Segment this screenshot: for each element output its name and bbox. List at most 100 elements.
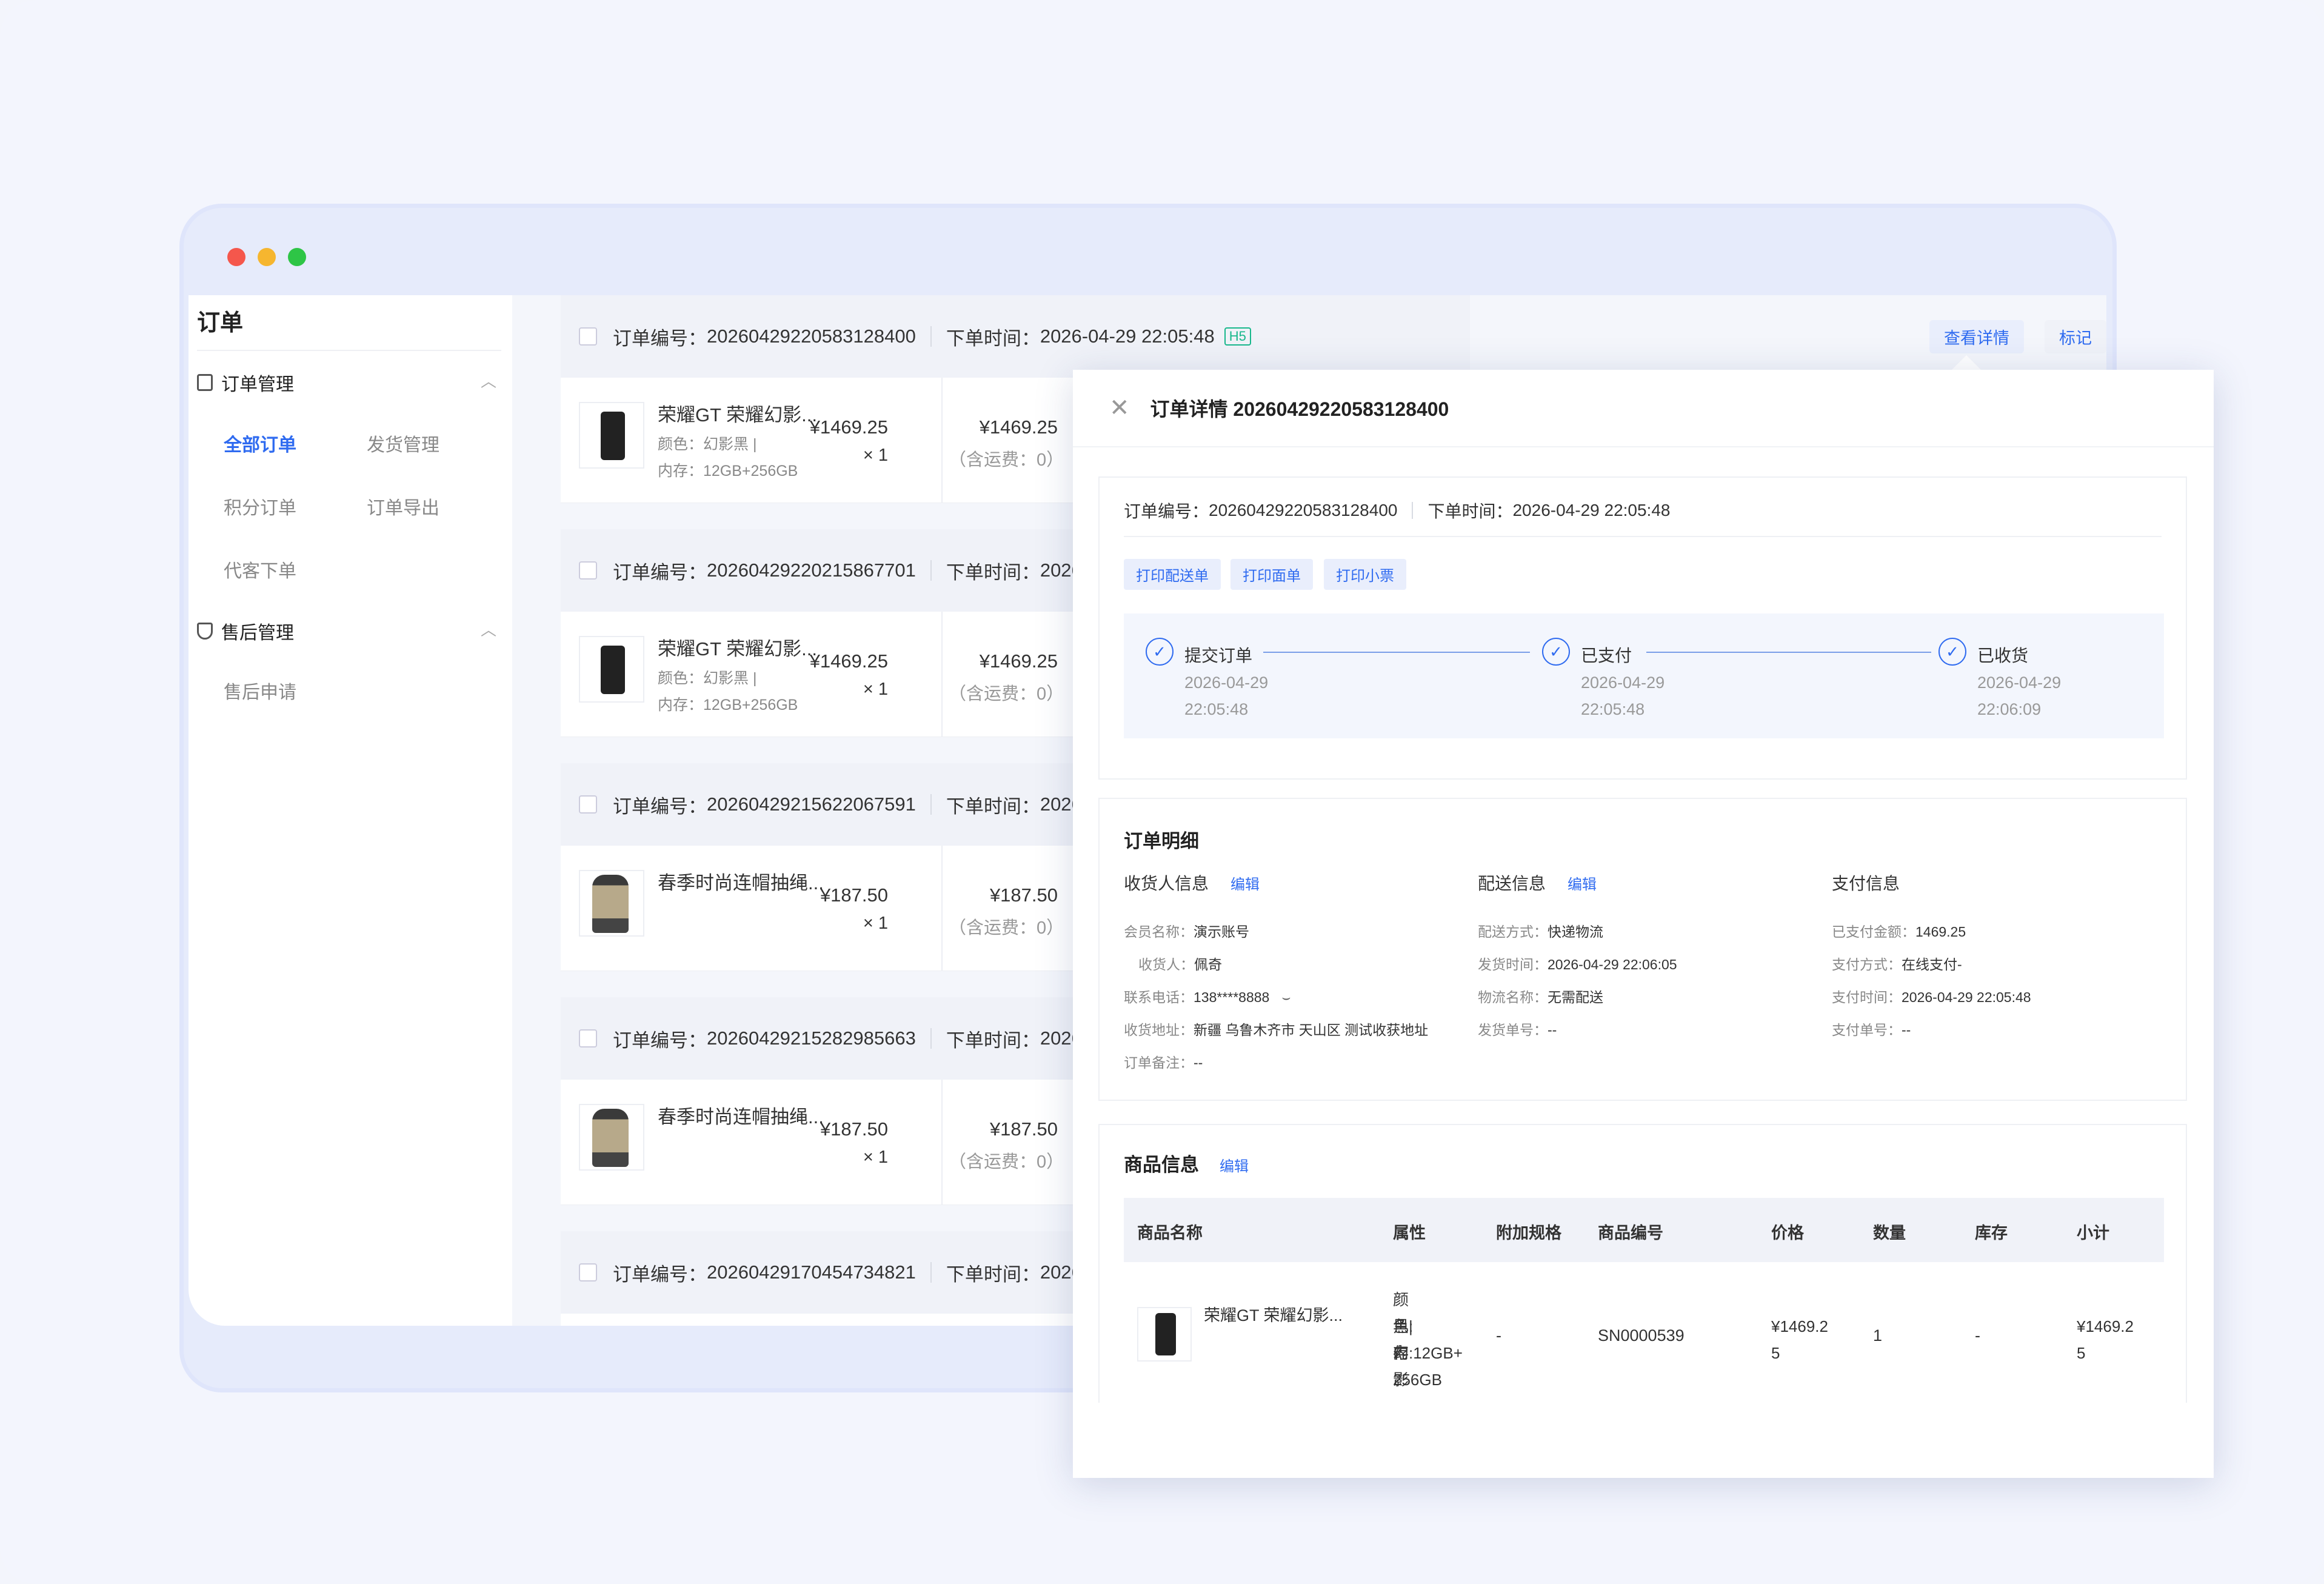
sidebar-item-shipping[interactable]: 发货管理: [367, 430, 439, 456]
column-header: 小计: [2077, 1224, 2109, 1242]
table-header: 商品名称 属性 附加规格 商品编号 价格 数量 库存 小计: [1124, 1198, 2164, 1262]
divider: [1124, 536, 2162, 537]
check-icon: ✓: [1938, 638, 1966, 666]
sidebar-item-order-export[interactable]: 订单导出: [367, 493, 439, 520]
view-detail-button[interactable]: 查看详情: [1929, 319, 2024, 353]
step-clock: 22:05:48: [1184, 700, 1249, 718]
phone-image: [601, 646, 625, 694]
shipping-fee: （含运费：0）: [949, 1152, 1064, 1172]
order-checkbox[interactable]: [579, 1029, 597, 1048]
product-name[interactable]: 荣耀GT 荣耀幻影...: [658, 399, 817, 427]
goods-title: 商品信息: [1124, 1154, 1199, 1175]
chevron-up-icon[interactable]: ︿: [481, 618, 496, 640]
payment-method: 在线支付-: [1902, 957, 1962, 972]
product-thumbnail[interactable]: [579, 1104, 644, 1171]
maximize-window-dot[interactable]: [288, 248, 306, 266]
divider: [930, 1028, 932, 1049]
print-label-button[interactable]: 打印面单: [1230, 559, 1313, 590]
panel-title: 订单详情 20260429220583128400: [1150, 398, 1449, 420]
divider: [1073, 446, 2214, 447]
product-name[interactable]: 荣耀GT 荣耀幻影...: [658, 633, 817, 661]
order-time-label: 下单时间：: [946, 561, 1040, 583]
sidebar-group-label: 售后管理: [221, 623, 294, 643]
close-window-dot[interactable]: [227, 248, 245, 266]
order-header: 订单编号： 20260429220583128400 下单时间： 2026-04-2…: [561, 295, 1470, 378]
product-thumbnail[interactable]: [579, 870, 644, 937]
sidebar-group-orders[interactable]: 订单管理: [197, 369, 294, 396]
order-no-label: 订单编号：: [613, 1029, 707, 1051]
field-label: 发货时间：: [1478, 957, 1548, 972]
sidebar-group-aftersale[interactable]: 售后管理: [197, 618, 294, 644]
column-title: 支付信息: [1832, 874, 1900, 893]
product-thumbnail[interactable]: [579, 636, 644, 703]
order-no: 20260429170454734821: [707, 1262, 916, 1283]
product-name[interactable]: 春季时尚连帽抽绳...: [658, 867, 824, 895]
order-time-label: 下单时间：: [946, 327, 1040, 349]
step-title: 已收货: [1977, 646, 2029, 665]
order-checkbox[interactable]: [579, 795, 597, 814]
minimize-window-dot[interactable]: [258, 248, 276, 266]
close-icon[interactable]: ✕: [1109, 394, 1130, 422]
product-name[interactable]: 荣耀GT 荣耀幻影...: [1204, 1302, 1343, 1326]
stock: -: [1975, 1326, 1980, 1345]
price-line: ¥1469.2: [1771, 1317, 1828, 1335]
field-label: 物流名称：: [1478, 989, 1548, 1005]
edit-delivery-link[interactable]: 编辑: [1568, 877, 1597, 893]
column-header: 属性: [1393, 1224, 1426, 1242]
paid-amount: 1469.25: [1915, 924, 1966, 940]
field-label: 收货地址：: [1124, 1022, 1194, 1038]
clipboard-icon: [197, 374, 213, 391]
product-attr: 内存：12GB+256GB: [658, 697, 798, 713]
order-time-label: 下单时间：: [946, 795, 1040, 817]
chevron-up-icon[interactable]: ︿: [481, 369, 496, 392]
column-header: 附加规格: [1496, 1224, 1561, 1242]
price-line: 5: [1771, 1344, 1780, 1362]
order-no: 20260429215622067591: [707, 794, 916, 815]
goods-table: 商品名称 属性 附加规格 商品编号 价格 数量 库存 小计 荣耀GT 荣耀幻影.…: [1124, 1198, 2164, 1395]
order-no: 20260429220215867701: [707, 560, 916, 581]
table-row: 荣耀GT 荣耀幻影... 颜色:幻影 黑|内 存:12GB+ 256GB - SN00…: [1124, 1262, 2164, 1395]
sidebar-item-proxy-order[interactable]: 代客下单: [224, 556, 296, 583]
channel-badge: H5: [1224, 327, 1251, 346]
product-thumbnail[interactable]: [1137, 1307, 1192, 1362]
divider: [941, 1080, 943, 1205]
sidebar-item-aftersale-apply[interactable]: 售后申请: [224, 677, 296, 704]
subtotal-line: 5: [2077, 1344, 2086, 1362]
eye-closed-icon[interactable]: ⌣: [1281, 989, 1291, 1005]
quantity: × 1: [863, 680, 888, 699]
attr-line: 存:12GB+: [1393, 1344, 1463, 1362]
product-attr: 内存：12GB+256GB: [658, 463, 798, 480]
order-checkbox[interactable]: [579, 561, 597, 580]
check-icon: ✓: [1542, 638, 1570, 666]
unit-price: ¥1469.25: [809, 416, 888, 438]
progress-line: [1263, 652, 1530, 653]
edit-goods-link[interactable]: 编辑: [1220, 1158, 1249, 1175]
step-clock: 22:06:09: [1977, 700, 2042, 718]
field-label: 已支付金额：: [1832, 924, 1915, 940]
unit-price: ¥187.50: [820, 884, 888, 906]
sidebar-item-all-orders[interactable]: 全部订单: [224, 430, 296, 456]
step-date: 2026-04-29: [1977, 673, 2062, 692]
column-header: 库存: [1975, 1224, 2008, 1242]
mark-button[interactable]: 标记: [2045, 319, 2106, 353]
field-label: 订单备注：: [1124, 1055, 1194, 1071]
sidebar-title: 订单: [197, 310, 244, 336]
section-title: 订单明细: [1124, 830, 1199, 852]
member-name: 演示账号: [1194, 924, 1249, 940]
print-receipt-button[interactable]: 打印小票: [1324, 559, 1406, 590]
field-label: 支付方式：: [1832, 957, 1902, 972]
field-label: 收货人：: [1138, 957, 1194, 972]
order-time-label: 下单时间：: [946, 1263, 1040, 1285]
order-checkbox[interactable]: [579, 1263, 597, 1282]
product-name[interactable]: 春季时尚连帽抽绳...: [658, 1101, 824, 1129]
product-thumbnail[interactable]: [579, 402, 644, 469]
divider: [930, 326, 932, 347]
order-checkbox[interactable]: [579, 327, 597, 346]
order-summary-card: 订单编号： 20260429220583128400 下单时间： 2026-04-2…: [1098, 476, 2187, 780]
print-delivery-button[interactable]: 打印配送单: [1124, 559, 1221, 590]
sku: SN0000539: [1598, 1326, 1685, 1345]
progress-line: [1646, 652, 1931, 653]
field-label: 支付时间：: [1832, 989, 1902, 1005]
sidebar-item-points-orders[interactable]: 积分订单: [224, 493, 296, 520]
edit-receiver-link[interactable]: 编辑: [1230, 877, 1260, 893]
